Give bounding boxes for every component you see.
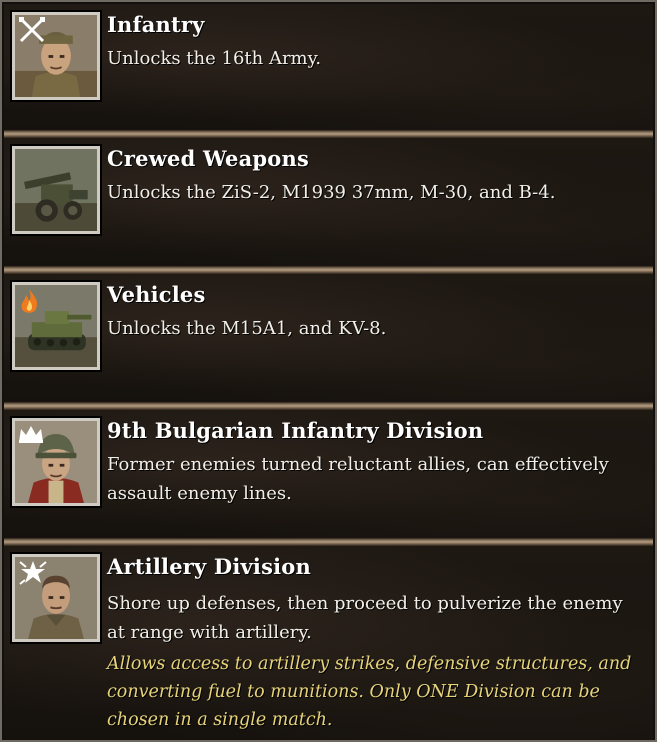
row-divider — [4, 538, 653, 546]
unlock-description: Unlocks the M15A1, and KV-8. — [107, 318, 387, 339]
unlock-title: Infantry — [107, 12, 205, 37]
unlock-row-crewed-weapons[interactable]: Crewed Weapons Unlocks the ZiS-2, M1939 … — [4, 138, 653, 266]
unlock-description: Unlocks the ZiS-2, M1939 37mm, M-30, and… — [107, 182, 556, 203]
flame-icon — [18, 288, 40, 316]
unlock-description: Former enemies turned reluctant allies, … — [107, 454, 609, 504]
row-divider — [4, 130, 653, 138]
unlock-row-vehicles[interactable]: Vehicles Unlocks the M15A1, and KV-8. — [4, 274, 653, 402]
artillery-gun-icon — [12, 146, 100, 234]
unlock-title: Crewed Weapons — [107, 146, 309, 171]
division-note: Allows access to artillery strikes, defe… — [107, 654, 632, 730]
unlock-row-artillery-division[interactable]: Artillery Division Shore up defenses, th… — [4, 546, 653, 740]
unlock-description: Unlocks the 16th Army. — [107, 48, 322, 69]
unlock-title: Vehicles — [107, 282, 206, 307]
crown-icon — [18, 424, 44, 444]
star-burst-icon — [18, 560, 48, 586]
unlock-row-9th-bulgarian-infantry-division[interactable]: 9th Bulgarian Infantry Division Former e… — [4, 410, 653, 538]
unlocks-panel: Infantry Unlocks the 16th Army. Crewed W… — [0, 0, 657, 742]
row-divider — [4, 266, 653, 274]
unlock-title: Artillery Division — [107, 554, 311, 579]
unlock-description: Shore up defenses, then proceed to pulve… — [107, 593, 623, 643]
crossed-rifles-icon — [18, 16, 46, 44]
row-divider — [4, 402, 653, 410]
unlock-title: 9th Bulgarian Infantry Division — [107, 418, 484, 443]
unlock-row-infantry[interactable]: Infantry Unlocks the 16th Army. — [4, 4, 653, 130]
